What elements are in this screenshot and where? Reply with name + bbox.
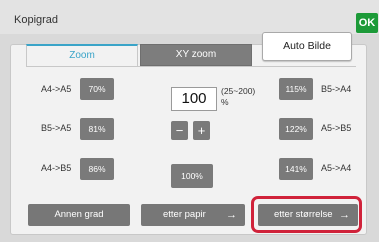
preset-label-a4-a5: A4->A5 bbox=[41, 84, 72, 94]
preset-115-button[interactable]: 115% bbox=[279, 78, 313, 100]
preset-86-button[interactable]: 86% bbox=[80, 158, 114, 180]
ok-button[interactable]: OK bbox=[356, 13, 378, 33]
zoom-minus-button[interactable]: − bbox=[171, 121, 188, 140]
other-ratio-button[interactable]: Annen grad bbox=[28, 204, 130, 226]
zoom-unit: % bbox=[221, 97, 229, 107]
by-paper-button[interactable]: etter papir → bbox=[141, 204, 245, 226]
preset-122-button[interactable]: 122% bbox=[279, 118, 313, 140]
zoom-plus-button[interactable]: + bbox=[193, 121, 210, 140]
page-title: Kopigrad bbox=[14, 14, 59, 26]
tab-xy-zoom[interactable]: XY zoom bbox=[140, 44, 252, 66]
preset-label-a5-a4: A5->A4 bbox=[321, 163, 352, 173]
by-paper-label: etter papir bbox=[163, 209, 206, 220]
preset-81-button[interactable]: 81% bbox=[80, 118, 114, 140]
preset-70-button[interactable]: 70% bbox=[80, 78, 114, 100]
preset-label-b5-a4: B5->A4 bbox=[321, 84, 352, 94]
arrow-right-icon: → bbox=[226, 209, 237, 221]
tab-divider bbox=[26, 66, 356, 67]
tab-zoom[interactable]: Zoom bbox=[26, 44, 138, 66]
preset-141-button[interactable]: 141% bbox=[279, 158, 313, 180]
preset-label-a5-b5: A5->B5 bbox=[321, 123, 352, 133]
zoom-range: (25~200) % bbox=[221, 86, 255, 108]
preset-label-b5-a5: B5->A5 bbox=[41, 123, 72, 133]
highlight-frame bbox=[251, 196, 362, 233]
zoom-range-text: (25~200) bbox=[221, 86, 256, 96]
auto-image-button[interactable]: Auto Bilde bbox=[262, 32, 352, 61]
preset-label-a4-b5: A4->B5 bbox=[41, 163, 72, 173]
preset-100-button[interactable]: 100% bbox=[171, 164, 213, 188]
zoom-value-field[interactable]: 100 bbox=[171, 87, 217, 111]
